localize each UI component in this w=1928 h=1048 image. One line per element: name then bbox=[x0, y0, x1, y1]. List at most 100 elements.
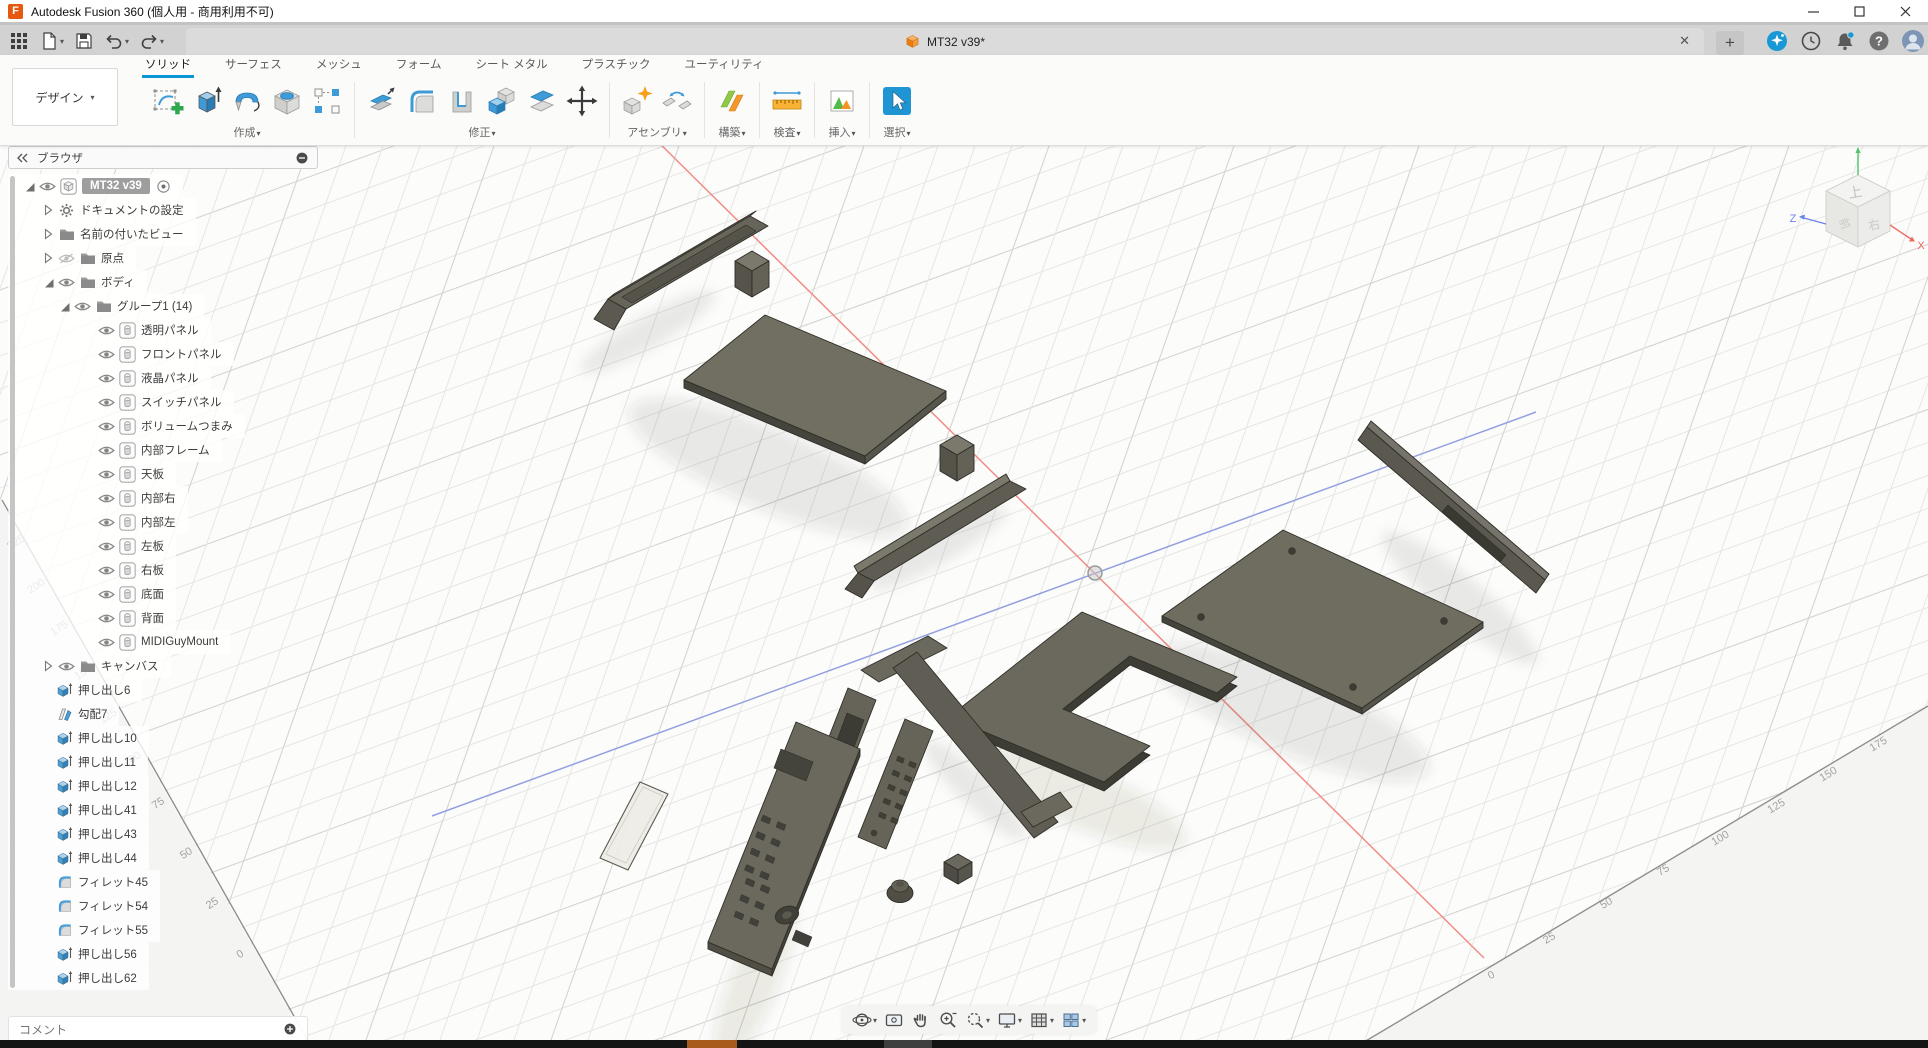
browser-item-label[interactable]: ドキュメントの設定 bbox=[80, 202, 184, 218]
expand-closed-icon[interactable] bbox=[41, 228, 56, 240]
visibility-eye-icon[interactable] bbox=[96, 469, 117, 480]
ribbon-tab-7[interactable]: ユーティリティ bbox=[681, 56, 766, 78]
browser-row-10[interactable]: 押し出し10 bbox=[8, 726, 149, 750]
browser-header[interactable]: ブラウザ bbox=[8, 146, 318, 169]
browser-item-label[interactable]: 勾配7 bbox=[78, 706, 107, 722]
visibility-eye-icon[interactable] bbox=[96, 565, 117, 576]
visibility-eye-icon[interactable] bbox=[96, 493, 117, 504]
viewports-button[interactable]: ▾ bbox=[1058, 1010, 1089, 1030]
ribbon-group-label[interactable]: 構築 bbox=[718, 127, 740, 139]
orbit-button[interactable]: ▾ bbox=[849, 1010, 880, 1030]
browser-row-midiguymount[interactable]: MIDIGuyMount bbox=[8, 630, 230, 654]
visibility-eye-icon[interactable] bbox=[96, 517, 117, 528]
tool-revolve-button[interactable] bbox=[227, 79, 267, 123]
visibility-eye-icon[interactable] bbox=[72, 301, 93, 312]
document-tab-close-icon[interactable]: ✕ bbox=[1679, 33, 1690, 49]
browser-row-45[interactable]: フィレット45 bbox=[8, 870, 160, 894]
browser-item-label[interactable]: 押し出し41 bbox=[78, 802, 137, 818]
part-cube-2[interactable] bbox=[940, 435, 974, 481]
tool-press-pull-button[interactable] bbox=[362, 79, 402, 123]
ribbon-tab-4[interactable]: フォーム bbox=[393, 56, 445, 78]
browser-row-mt32v39[interactable]: MT32 v39 bbox=[8, 174, 183, 198]
visibility-eye-icon[interactable] bbox=[56, 661, 77, 672]
browser-row-[interactable]: ボリュームつまみ bbox=[8, 414, 245, 438]
browser-item-label[interactable]: 押し出し56 bbox=[78, 946, 137, 962]
ribbon-group-label[interactable]: 修正 bbox=[468, 127, 490, 139]
ribbon-tab-6[interactable]: プラスチック bbox=[579, 56, 654, 78]
browser-item-label[interactable]: フィレット54 bbox=[78, 898, 148, 914]
browser-row-[interactable]: 内部フレーム bbox=[8, 438, 222, 462]
tool-move-button[interactable] bbox=[562, 79, 602, 123]
browser-item-label[interactable]: 押し出し10 bbox=[78, 730, 137, 746]
tool-fillet-button[interactable] bbox=[402, 79, 442, 123]
browser-item-label[interactable]: フィレット45 bbox=[78, 874, 148, 890]
browser-row-[interactable]: フロントパネル bbox=[8, 342, 234, 366]
expand-closed-icon[interactable] bbox=[41, 660, 56, 672]
visibility-eye-icon[interactable] bbox=[96, 541, 117, 552]
app-grid-button[interactable] bbox=[6, 29, 32, 53]
workspace-selector[interactable]: デザイン ▾ bbox=[12, 68, 118, 126]
browser-row-41[interactable]: 押し出し41 bbox=[8, 798, 149, 822]
tool-construction-plane-button[interactable] bbox=[712, 79, 752, 123]
comment-bar[interactable]: コメント bbox=[8, 1016, 308, 1042]
browser-row-56[interactable]: 押し出し56 bbox=[8, 942, 149, 966]
browser-item-label[interactable]: フロントパネル bbox=[141, 346, 222, 362]
browser-item-label[interactable]: 左板 bbox=[141, 538, 164, 554]
browser-row-[interactable]: 名前の付いたビュー bbox=[8, 222, 196, 246]
browser-item-label[interactable]: グループ1 (14) bbox=[117, 298, 192, 314]
tool-select-button[interactable] bbox=[877, 79, 917, 123]
tool-create-sketch-button[interactable] bbox=[147, 79, 187, 123]
new-tab-button[interactable]: + bbox=[1716, 31, 1744, 55]
origin-marker[interactable] bbox=[1088, 566, 1102, 580]
extensions-button[interactable] bbox=[1766, 30, 1788, 52]
visibility-eye-icon[interactable] bbox=[37, 181, 58, 192]
browser-row-44[interactable]: 押し出し44 bbox=[8, 846, 149, 870]
expand-closed-icon[interactable] bbox=[41, 252, 56, 264]
browser-item-label[interactable]: 押し出し6 bbox=[78, 682, 130, 698]
undo-button[interactable]: ▾ bbox=[101, 29, 132, 53]
browser-row-11[interactable]: 押し出し11 bbox=[8, 750, 148, 774]
browser-item-label[interactable]: 背面 bbox=[141, 610, 164, 626]
browser-row-62[interactable]: 押し出し62 bbox=[8, 966, 149, 990]
browser-item-label[interactable]: 押し出し12 bbox=[78, 778, 137, 794]
browser-item-label[interactable]: ボディ bbox=[101, 274, 135, 290]
maximize-button[interactable] bbox=[1836, 0, 1882, 22]
file-new-button[interactable]: ▾ bbox=[36, 29, 67, 53]
tool-extrude-button[interactable] bbox=[187, 79, 227, 123]
visibility-eye-icon[interactable] bbox=[96, 373, 117, 384]
browser-item-label[interactable]: MIDIGuyMount bbox=[141, 636, 218, 648]
visibility-eye-icon[interactable] bbox=[56, 277, 77, 288]
expand-closed-icon[interactable] bbox=[41, 204, 56, 216]
help-button[interactable]: ? bbox=[1868, 30, 1890, 52]
ribbon-tab-5[interactable]: シート メタル bbox=[472, 56, 550, 78]
zoom-button[interactable] bbox=[935, 1010, 961, 1030]
tool-pattern-button[interactable] bbox=[307, 79, 347, 123]
expand-open-icon[interactable] bbox=[22, 181, 37, 192]
tool-insert-canvas-button[interactable] bbox=[822, 79, 862, 123]
expand-open-icon[interactable] bbox=[41, 277, 56, 288]
browser-row-7[interactable]: 勾配7 bbox=[8, 702, 119, 726]
activate-radio-icon[interactable] bbox=[156, 179, 171, 194]
add-comment-icon[interactable] bbox=[283, 1022, 297, 1036]
grid-settings-button[interactable]: ▾ bbox=[1026, 1010, 1057, 1030]
browser-row-[interactable]: キャンバス bbox=[8, 654, 171, 678]
tool-joint-button[interactable] bbox=[657, 79, 697, 123]
fit-button[interactable]: ▾ bbox=[962, 1010, 993, 1030]
browser-item-label[interactable]: 内部左 bbox=[141, 514, 176, 530]
browser-scrollbar[interactable] bbox=[10, 176, 15, 988]
expand-open-icon[interactable] bbox=[57, 301, 72, 312]
ribbon-group-label[interactable]: 挿入 bbox=[828, 127, 850, 139]
visibility-eye-icon[interactable] bbox=[96, 349, 117, 360]
browser-item-label[interactable]: 内部フレーム bbox=[141, 442, 210, 458]
collapse-panel-icon[interactable] bbox=[17, 153, 29, 163]
browser-row-[interactable]: ボディ bbox=[8, 270, 147, 294]
tool-shell-button[interactable] bbox=[442, 79, 482, 123]
tool-measure-button[interactable] bbox=[767, 79, 807, 123]
browser-item-label[interactable]: 名前の付いたビュー bbox=[80, 226, 184, 242]
browser-item-label[interactable]: 底面 bbox=[141, 586, 164, 602]
browser-item-label[interactable]: スイッチパネル bbox=[141, 394, 222, 410]
close-button[interactable] bbox=[1882, 0, 1928, 22]
browser-item-label[interactable]: 液晶パネル bbox=[141, 370, 199, 386]
browser-item-label[interactable]: 原点 bbox=[101, 250, 124, 266]
clock-button[interactable] bbox=[1800, 30, 1822, 52]
